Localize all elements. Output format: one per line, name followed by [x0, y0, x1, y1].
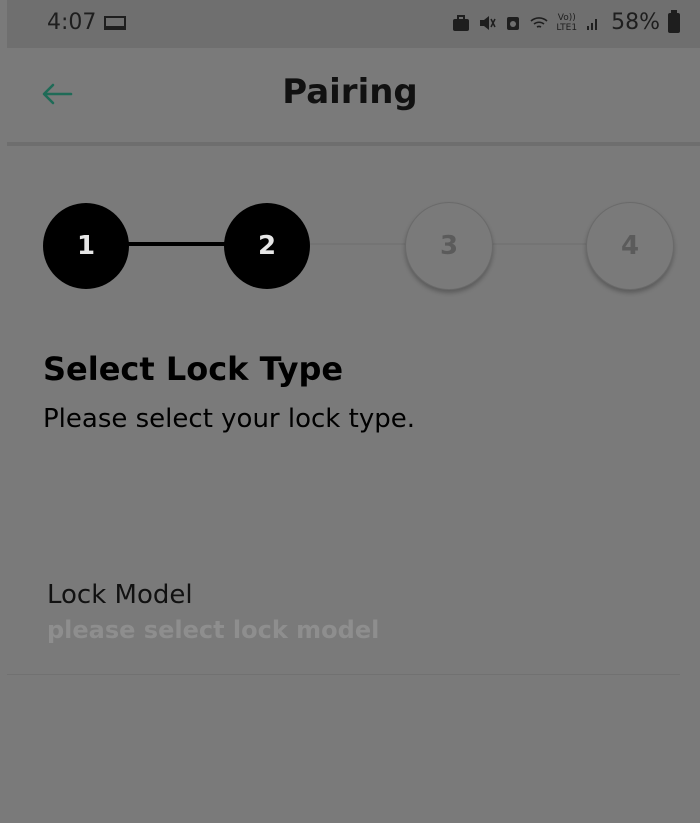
page-title: Pairing [282, 72, 418, 112]
wifi-icon [530, 16, 548, 28]
status-bar: 4:07 Vo)) LTE1 58% [7, 0, 700, 48]
step-2[interactable]: 2 [224, 203, 310, 289]
app-bar: Pairing [7, 48, 700, 146]
section-heading: Select Lock Type [43, 350, 344, 388]
volte-bottom-text: LTE1 [556, 22, 578, 33]
stepper-connector-3 [492, 243, 592, 245]
step-3[interactable]: 3 [405, 202, 493, 290]
step-4-label: 4 [620, 231, 640, 261]
stepper-connector-1 [127, 242, 227, 246]
step-1-label: 1 [76, 231, 96, 261]
lock-model-field[interactable]: Lock Model please select lock model [7, 568, 680, 675]
stepper-connector-2 [310, 243, 410, 245]
volte-icon: Vo)) LTE1 [556, 13, 577, 33]
signal-icon [587, 18, 598, 30]
battery-icon [668, 9, 680, 33]
step-1[interactable]: 1 [43, 203, 129, 289]
screen: 4:07 Vo)) LTE1 58% Pairing 1 2 3 4 Selec… [7, 0, 700, 823]
laptop-icon [104, 15, 127, 30]
briefcase-icon [453, 14, 470, 31]
step-4[interactable]: 4 [586, 202, 674, 290]
volte-top-text: Vo)) [557, 12, 576, 23]
step-2-label: 2 [257, 231, 277, 261]
status-time: 4:07 [47, 10, 97, 35]
section-subtitle: Please select your lock type. [43, 404, 415, 434]
alarm-icon [507, 16, 520, 30]
status-icons: Vo)) LTE1 58% [452, 9, 680, 35]
step-3-label: 3 [439, 231, 459, 261]
status-time-group: 4:07 [47, 10, 127, 35]
stepper: 1 2 3 4 [7, 200, 700, 290]
lock-model-placeholder: please select lock model [47, 616, 380, 644]
mute-icon [480, 15, 497, 30]
battery-text: 58% [611, 10, 660, 35]
lock-model-label: Lock Model [47, 580, 193, 610]
